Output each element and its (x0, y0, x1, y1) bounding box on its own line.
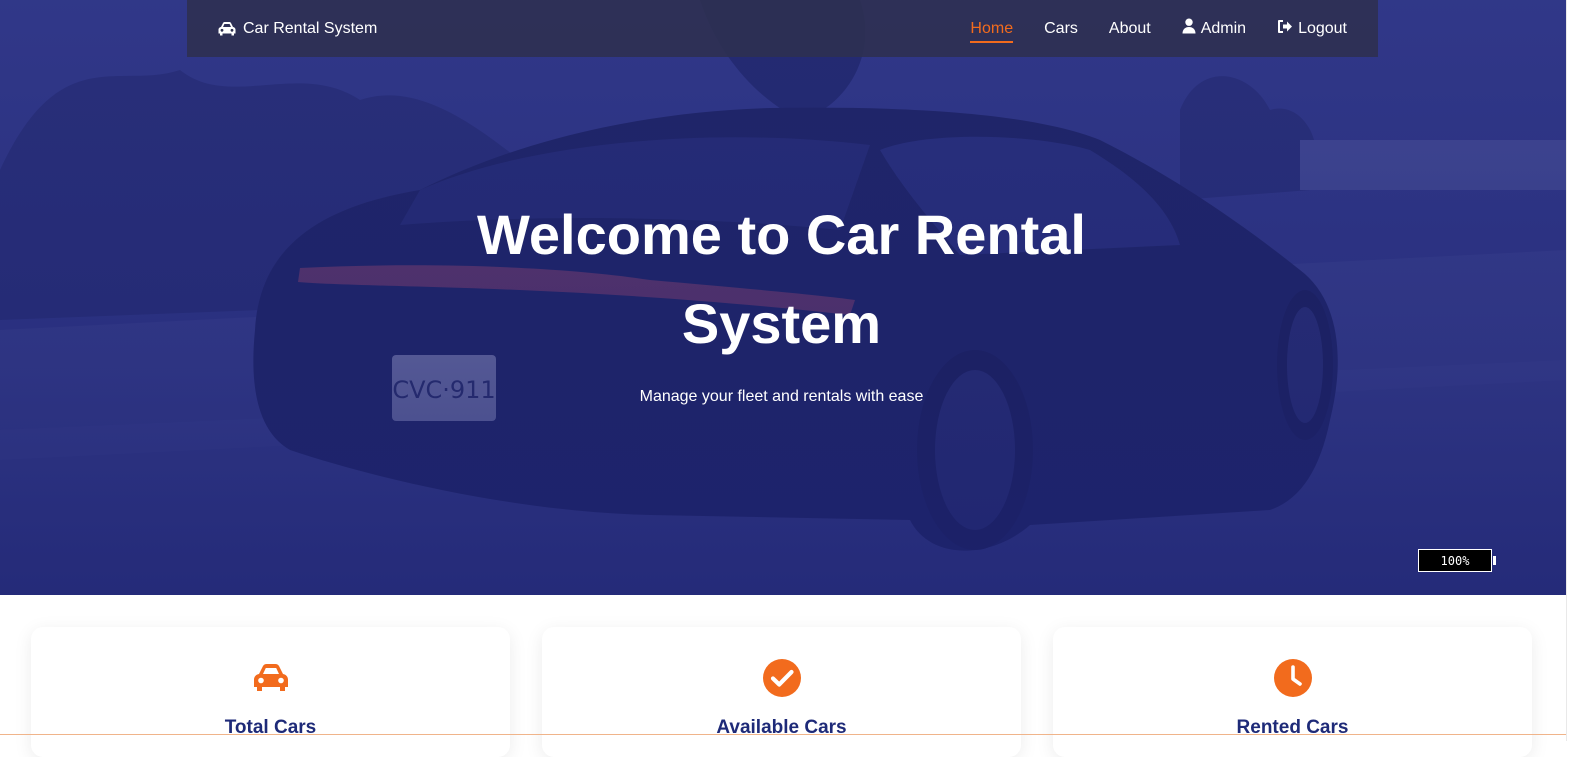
clock-icon (1273, 658, 1313, 698)
stat-card-available-cars: Available Cars (542, 627, 1021, 757)
stat-label-total-cars: Total Cars (224, 717, 317, 738)
page-scrollbar[interactable] (1566, 0, 1580, 741)
nav-link-logout[interactable]: Logout (1277, 19, 1347, 39)
hero-subtitle: Manage your fleet and rentals with ease (639, 388, 924, 405)
nav-link-home[interactable]: Home (970, 20, 1013, 43)
car-icon (217, 21, 237, 37)
car-icon (251, 658, 291, 698)
nav-link-about[interactable]: About (1109, 20, 1151, 38)
nav-link-cars[interactable]: Cars (1044, 20, 1078, 38)
hero-title-line-2: System (681, 292, 882, 355)
nav-link-admin-label: Admin (1200, 19, 1247, 37)
top-navbar: Car Rental System Home Cars About Admin … (187, 0, 1378, 57)
check-circle-icon (762, 658, 802, 698)
hero-title-line-1: Welcome to Car Rental (477, 203, 1086, 266)
nav-links: Home Cars About Admin Logout (970, 18, 1347, 43)
brand-label: Car Rental System (243, 19, 378, 37)
battery-indicator: 100% (1418, 549, 1496, 572)
stat-label-available-cars: Available Cars (716, 717, 847, 738)
nav-link-logout-label: Logout (1298, 19, 1347, 37)
brand-logo-link[interactable]: Car Rental System (217, 20, 377, 38)
hero-title: Welcome to Car Rental System (440, 190, 1123, 368)
bottom-divider (0, 734, 1566, 735)
nav-link-admin[interactable]: Admin (1182, 18, 1246, 39)
stat-card-rented-cars: Rented Cars (1053, 627, 1532, 757)
logout-icon (1277, 19, 1293, 39)
hero-content: Welcome to Car Rental System Manage your… (440, 190, 1123, 406)
stat-label-rented-cars: Rented Cars (1236, 717, 1349, 738)
stat-card-total-cars: Total Cars (31, 627, 510, 757)
user-icon (1182, 18, 1196, 39)
